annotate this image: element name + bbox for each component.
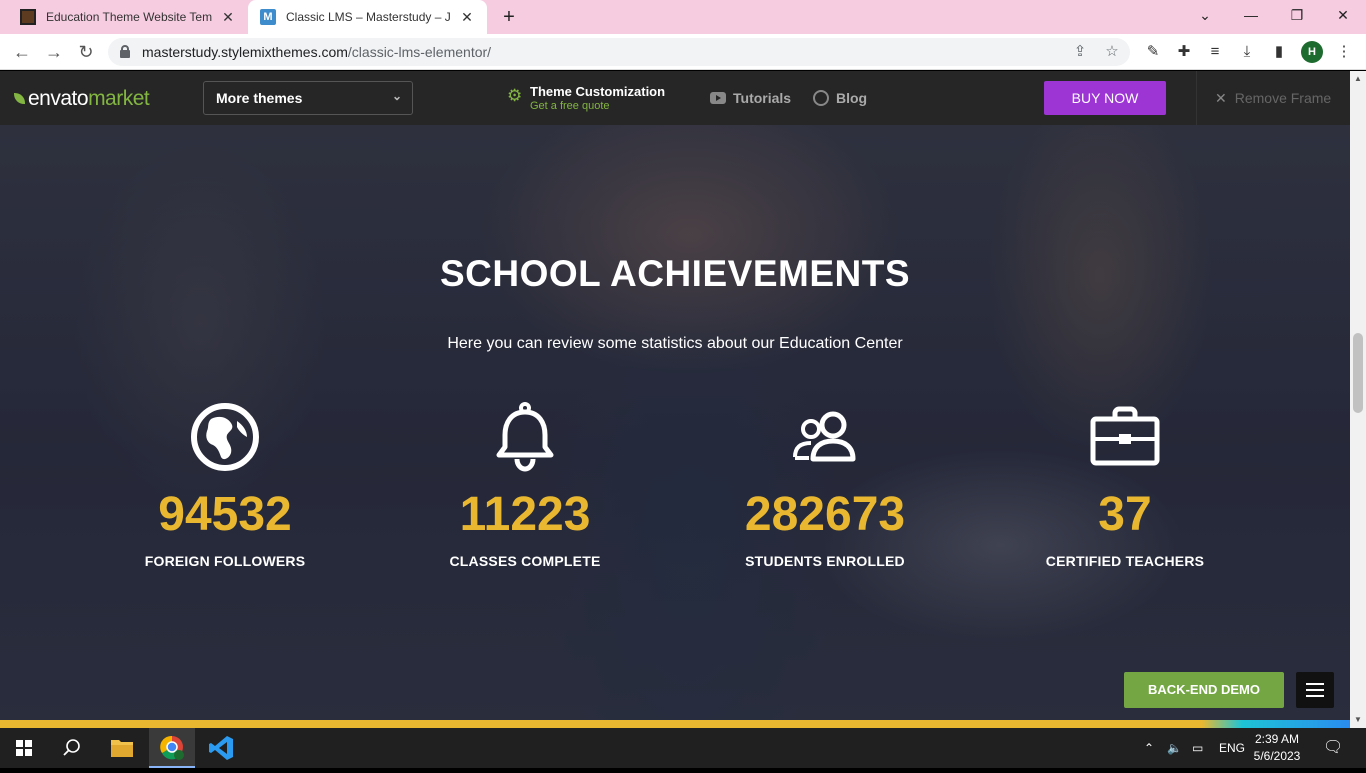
briefcase-icon <box>1090 406 1160 466</box>
school-achievements-section: SCHOOL ACHIEVEMENTS Here you can review … <box>0 125 1350 720</box>
tab-search-chevron-icon[interactable]: ⌄ <box>1182 0 1228 30</box>
eyedropper-icon[interactable]: ✎ <box>1143 42 1163 62</box>
more-themes-select[interactable]: More themes ⌄ <box>203 81 413 115</box>
tab-title: Education Theme Website Templ <box>46 10 212 24</box>
media-control-icon[interactable]: ≡ <box>1205 42 1225 62</box>
close-window-icon[interactable]: ✕ <box>1320 0 1366 30</box>
customization-title: Theme Customization <box>530 84 666 99</box>
globe-icon <box>191 403 259 471</box>
url-text[interactable]: masterstudy.stylemixthemes.com/classic-l… <box>142 44 491 60</box>
remove-frame-button[interactable]: ✕ Remove Frame <box>1196 71 1350 125</box>
page-scrollbar[interactable]: ▲ ▼ <box>1350 71 1366 728</box>
stat-students-enrolled: 282673 STUDENTS ENROLLED <box>675 401 975 569</box>
start-button[interactable] <box>0 728 46 768</box>
youtube-icon <box>710 92 726 104</box>
stat-label: CLASSES COMPLETE <box>449 553 601 569</box>
browser-tab-education[interactable]: Education Theme Website Templ ✕ <box>8 0 248 34</box>
minimize-icon[interactable]: — <box>1228 0 1274 30</box>
profile-avatar[interactable]: H <box>1301 41 1323 63</box>
bookmark-star-icon[interactable]: ☆ <box>1102 42 1122 62</box>
side-panel-icon[interactable]: ▮ <box>1269 42 1289 62</box>
clock-time: 2:39 AM <box>1254 732 1300 746</box>
show-hidden-icons[interactable]: ⌃ <box>1144 728 1154 768</box>
volume-icon[interactable]: 🔈 <box>1167 728 1182 768</box>
forward-icon[interactable]: → <box>42 40 66 64</box>
buy-now-button[interactable]: BUY NOW <box>1044 81 1166 115</box>
file-explorer-button[interactable] <box>99 728 145 768</box>
browser-menu-icon[interactable]: ⋮ <box>1334 42 1354 62</box>
new-tab-icon[interactable]: + <box>498 6 520 28</box>
vscode-icon <box>209 736 233 760</box>
stat-certified-teachers: 37 CERTIFIED TEACHERS <box>975 401 1275 569</box>
footer-color-stripe <box>0 720 1350 728</box>
chrome-taskbar-button[interactable] <box>149 728 195 768</box>
search-icon <box>63 739 80 756</box>
address-bar[interactable]: masterstudy.stylemixthemes.com/classic-l… <box>108 38 1130 66</box>
browser-toolbar: ← → ↻ masterstudy.stylemixthemes.com/cla… <box>0 34 1366 70</box>
battery-icon[interactable]: ▭ <box>1192 728 1203 768</box>
tab-favicon: M <box>260 9 276 25</box>
stat-classes-complete: 11223 CLASSES COMPLETE <box>375 401 675 569</box>
stat-value: 94532 <box>158 488 292 541</box>
windows-taskbar: ⌃ 🔈 ▭ ENG 2:39 AM 5/6/2023 🗨 <box>0 728 1366 768</box>
chevron-down-icon: ⌄ <box>391 89 402 103</box>
stat-label: FOREIGN FOLLOWERS <box>144 553 306 569</box>
clock-date: 5/6/2023 <box>1253 749 1301 763</box>
tutorials-link[interactable]: Tutorials <box>710 90 791 106</box>
scrollbar-thumb[interactable] <box>1353 333 1363 413</box>
close-icon: ✕ <box>1215 90 1227 106</box>
browser-tab-strip: Education Theme Website Templ ✕ M Classi… <box>0 0 1366 34</box>
blog-link[interactable]: Blog <box>813 90 867 106</box>
stat-label: CERTIFIED TEACHERS <box>1045 553 1205 569</box>
folder-icon <box>111 740 133 757</box>
chrome-icon <box>160 735 184 760</box>
stat-value: 37 <box>1098 488 1152 541</box>
bell-icon <box>496 402 554 472</box>
language-indicator[interactable]: ENG <box>1219 728 1245 768</box>
notifications-icon[interactable]: 🗨 <box>1323 728 1343 768</box>
back-end-demo-button[interactable]: BACK-END DEMO <box>1124 672 1284 708</box>
tab-title: Classic LMS – Masterstudy – Just <box>286 10 451 24</box>
reload-icon[interactable]: ↻ <box>74 40 98 64</box>
scroll-up-icon[interactable]: ▲ <box>1350 71 1366 87</box>
envato-market-logo[interactable]: envatomarket <box>14 87 150 111</box>
section-subtitle: Here you can review some statistics abou… <box>447 335 903 352</box>
stat-foreign-followers: 94532 FOREIGN FOLLOWERS <box>75 401 375 569</box>
close-tab-icon[interactable]: ✕ <box>220 9 236 26</box>
envato-leaf-icon <box>14 93 25 104</box>
stat-label: STUDENTS ENROLLED <box>745 553 905 569</box>
lock-icon[interactable] <box>120 45 130 58</box>
scroll-down-icon[interactable]: ▼ <box>1350 712 1366 728</box>
vscode-taskbar-button[interactable] <box>199 728 245 768</box>
wordpress-icon <box>813 90 829 106</box>
envato-frame-bar: envatomarket More themes ⌄ ⚙ Theme Custo… <box>0 71 1350 125</box>
extensions-icon[interactable]: ✚ <box>1174 42 1194 62</box>
windows-logo-icon <box>16 740 32 756</box>
restore-icon[interactable]: ❐ <box>1274 0 1320 30</box>
close-tab-icon[interactable]: ✕ <box>459 9 475 26</box>
browser-tab-classic-lms[interactable]: M Classic LMS – Masterstudy – Just ✕ <box>248 0 487 34</box>
users-icon <box>793 411 856 462</box>
gear-icon: ⚙ <box>507 86 523 105</box>
share-icon[interactable]: ⇪ <box>1070 42 1090 62</box>
search-button[interactable] <box>48 728 94 768</box>
back-icon[interactable]: ← <box>10 40 34 64</box>
taskbar-clock[interactable]: 2:39 AM 5/6/2023 <box>1252 731 1302 765</box>
download-icon[interactable]: ⤓ <box>1237 42 1257 62</box>
stat-value: 282673 <box>744 488 906 541</box>
customization-subtitle: Get a free quote <box>530 100 610 112</box>
hamburger-menu-button[interactable] <box>1296 672 1334 708</box>
section-title: SCHOOL ACHIEVEMENTS <box>440 253 910 294</box>
tab-favicon <box>20 9 36 25</box>
stat-value: 11223 <box>459 488 591 541</box>
